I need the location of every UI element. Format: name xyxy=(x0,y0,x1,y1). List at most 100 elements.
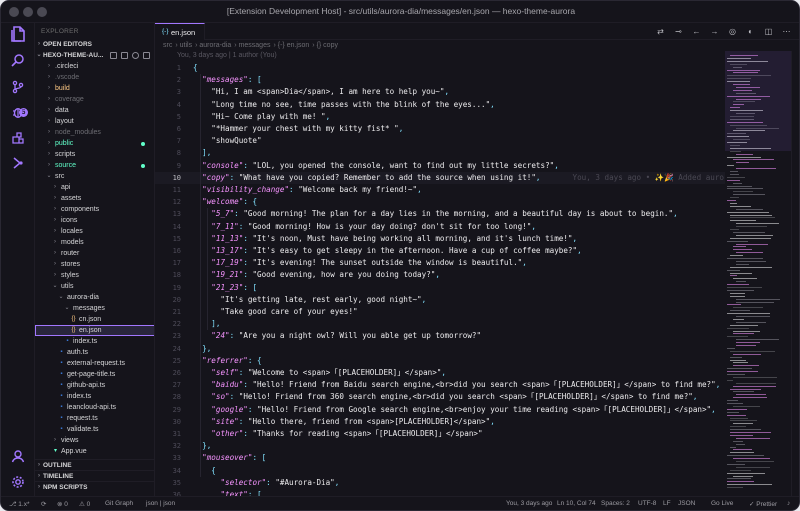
settings-gear-icon[interactable] xyxy=(9,473,27,491)
code-line: "Take good care of your eyes!" xyxy=(193,306,357,318)
language-breadcrumb[interactable]: json | json xyxy=(146,500,175,507)
tree-folder[interactable]: › .circleci xyxy=(35,61,154,72)
source-control-icon[interactable] xyxy=(9,78,27,96)
new-folder-icon[interactable] xyxy=(121,52,128,59)
tree-folder[interactable]: › build xyxy=(35,83,154,94)
breadcrumb-item[interactable]: aurora-dia xyxy=(199,42,231,49)
tree-file[interactable]: ▪ validate.ts xyxy=(35,424,154,435)
tree-folder[interactable]: ⌄ utils xyxy=(35,281,154,292)
tree-folder[interactable]: › api xyxy=(35,182,154,193)
code-line: "copy": "What have you copied? Remember … xyxy=(193,172,725,184)
code-editor[interactable]: 1 2 3 4 5 6 7 8 9 10 11 12 13 14 15 16 17 18 19 20 21 22 23 24 2… xyxy=(155,62,725,496)
tree-folder[interactable]: › styles xyxy=(35,270,154,281)
sidebar-section-npm-scripts[interactable]: › NPM SCRIPTS xyxy=(35,481,154,492)
open-changes-icon[interactable]: ◎ xyxy=(728,27,737,36)
go-live-button[interactable]: Go Live xyxy=(711,500,733,507)
tree-folder[interactable]: › node_modules xyxy=(35,127,154,138)
go-back-icon[interactable]: ← xyxy=(692,27,701,36)
new-file-icon[interactable] xyxy=(110,52,117,59)
extensions-icon[interactable] xyxy=(9,129,27,147)
cursor-position[interactable]: Ln 10, Col 74 xyxy=(557,500,596,507)
tree-item-label: components xyxy=(61,206,100,213)
minimap-viewport[interactable] xyxy=(725,51,791,151)
tree-folder[interactable]: › coverage xyxy=(35,94,154,105)
tree-folder[interactable]: › scripts xyxy=(35,149,154,160)
refresh-icon[interactable] xyxy=(132,52,139,59)
json-string: "Thanks for reading <span>「[PLACEHOLDER]… xyxy=(252,429,483,438)
collapse-all-icon[interactable] xyxy=(143,52,150,59)
breadcrumb-item[interactable]: src xyxy=(163,42,172,49)
encoding[interactable]: UTF-8 xyxy=(638,500,656,507)
tree-folder[interactable]: › icons xyxy=(35,215,154,226)
error-count[interactable]: ⊗ 0 xyxy=(57,500,68,508)
search-icon[interactable] xyxy=(9,51,27,69)
minimap[interactable] xyxy=(725,51,791,496)
tree-folder[interactable]: › stores xyxy=(35,259,154,270)
tree-file[interactable]: ▪ index.ts xyxy=(35,391,154,402)
blame-codelens[interactable]: You, 3 days ago | 1 author (You) xyxy=(177,52,277,59)
sidebar-section-timeline[interactable]: › TIMELINE xyxy=(35,470,154,481)
line-ending[interactable]: LF xyxy=(663,500,671,507)
tree-folder[interactable]: › router xyxy=(35,248,154,259)
breadcrumb-item[interactable]: utils xyxy=(180,42,192,49)
tree-folder[interactable]: ⌄ messages xyxy=(35,303,154,314)
tree-folder[interactable]: › locales xyxy=(35,226,154,237)
tree-folder[interactable]: › views xyxy=(35,435,154,446)
git-commit-icon[interactable]: ⊸ xyxy=(674,27,683,36)
prettier-status[interactable]: ✓ Prettier xyxy=(749,500,777,508)
branch-indicator[interactable]: ⎇ 1.x* xyxy=(9,500,30,508)
vertical-scrollbar[interactable] xyxy=(791,51,799,496)
json-key: "selector" xyxy=(220,477,267,487)
indentation[interactable]: Spaces: 2 xyxy=(601,500,630,507)
tree-folder[interactable]: ⌄ aurora-dia xyxy=(35,292,154,303)
tree-folder[interactable]: › assets xyxy=(35,193,154,204)
account-icon[interactable] xyxy=(9,447,27,465)
json-punctuation xyxy=(193,429,211,438)
tree-file[interactable]: {} cn.json xyxy=(35,314,154,325)
run-debug-icon[interactable] xyxy=(9,103,27,121)
tree-file[interactable]: ▪ request.ts xyxy=(35,413,154,424)
language-mode[interactable]: JSON xyxy=(678,500,695,507)
tree-item-label: request.ts xyxy=(67,415,98,422)
tree-file[interactable]: ▪ auth.ts xyxy=(35,347,154,358)
compare-changes-icon[interactable]: ⇄ xyxy=(656,27,665,36)
code-line: "self": "Welcome to <span>「[PLACEHOLDER]… xyxy=(193,367,446,379)
remote-explorer-icon[interactable] xyxy=(9,154,27,172)
git-graph-button[interactable]: Git Graph xyxy=(105,500,133,507)
split-editor-icon[interactable]: ◫ xyxy=(764,27,773,36)
open-editors-section[interactable]: › OPEN EDITORS xyxy=(35,39,154,50)
tab-en-json[interactable]: {-} en.json xyxy=(155,23,205,40)
tree-folder[interactable]: › layout xyxy=(35,116,154,127)
git-blame-status[interactable]: You, 3 days ago xyxy=(506,500,552,507)
tree-folder[interactable]: › data xyxy=(35,105,154,116)
tree-folder[interactable]: ⌄ src xyxy=(35,171,154,182)
tree-folder[interactable]: › public xyxy=(35,138,154,149)
sidebar-section-outline[interactable]: › OUTLINE xyxy=(35,459,154,470)
tree-file[interactable]: ▪ get-page-title.ts xyxy=(35,369,154,380)
tree-folder[interactable]: › source xyxy=(35,160,154,171)
breadcrumb-item[interactable]: {-} en.json xyxy=(278,42,310,49)
go-forward-icon[interactable]: → xyxy=(710,27,719,36)
tree-folder[interactable]: › components xyxy=(35,204,154,215)
breadcrumb-item[interactable]: messages xyxy=(239,42,271,49)
notifications-bell-icon[interactable]: ♪ xyxy=(787,500,790,507)
tree-file[interactable]: {} en.json xyxy=(35,325,154,336)
tree-file[interactable]: ▪ external-request.ts xyxy=(35,358,154,369)
json-key: "self" xyxy=(211,368,239,377)
sync-icon[interactable]: ⟳ xyxy=(41,500,46,508)
explorer-icon[interactable] xyxy=(9,25,27,43)
breadcrumb-item[interactable]: {} copy xyxy=(317,42,338,49)
warning-count[interactable]: ⚠ 0 xyxy=(79,500,90,508)
tree-folder[interactable]: › models xyxy=(35,237,154,248)
tree-file[interactable]: ▾ App.vue xyxy=(35,446,154,457)
more-actions-icon[interactable]: ⋯ xyxy=(782,27,791,36)
tree-file[interactable]: ▪ leancloud-api.ts xyxy=(35,402,154,413)
code-line: "selector": "#Aurora-Dia", xyxy=(193,477,339,489)
tree-file[interactable]: ▪ index.ts xyxy=(35,336,154,347)
tree-file[interactable]: ▪ github-api.ts xyxy=(35,380,154,391)
minimap-line xyxy=(736,223,779,225)
minimap-line xyxy=(727,463,746,465)
line-number: 10 xyxy=(172,173,181,182)
tree-folder[interactable]: › .vscode xyxy=(35,72,154,83)
toggle-blame-icon[interactable]: ◐ xyxy=(746,27,755,36)
